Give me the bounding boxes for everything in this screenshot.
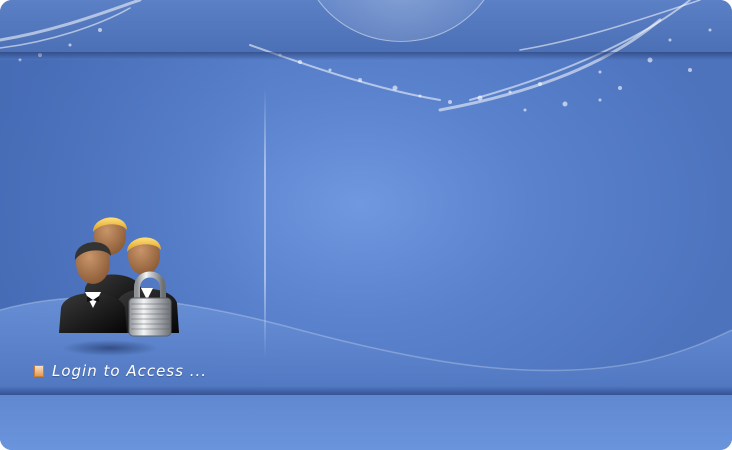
- login-label: Login to Access ...: [52, 362, 208, 380]
- login-panel: Login to Access ...: [0, 0, 732, 450]
- users-with-padlock-icon: [59, 217, 179, 356]
- login-link[interactable]: Login to Access ...: [34, 361, 207, 381]
- vertical-divider: [264, 88, 266, 358]
- bullet-icon: [34, 365, 44, 377]
- footer-banner: [0, 395, 732, 450]
